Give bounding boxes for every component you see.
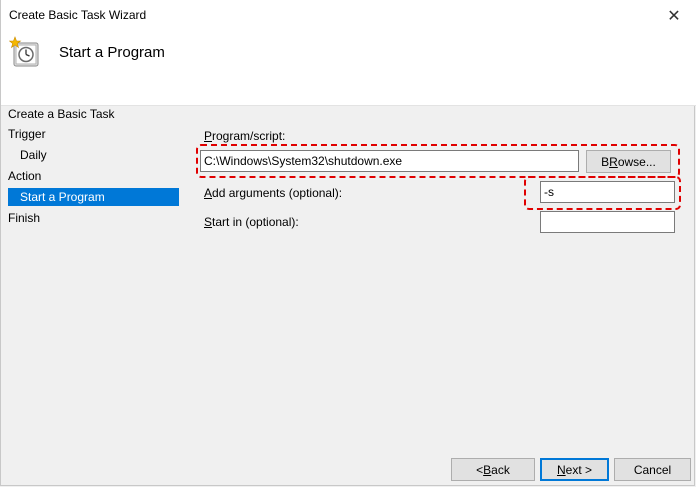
- nav-step-label: Finish: [8, 211, 41, 225]
- wizard-window: Create Basic Task Wizard ✕ Start a Progr…: [0, 0, 696, 486]
- add-arguments-label: Add arguments (optional):: [204, 186, 343, 200]
- program-script-value: C:\Windows\System32\shutdown.exe: [204, 154, 403, 168]
- nav-step-label: Daily: [20, 148, 47, 162]
- close-button[interactable]: ✕: [651, 0, 696, 31]
- browse-button[interactable]: B Rowse...: [586, 150, 671, 173]
- close-icon: ✕: [667, 7, 681, 25]
- task-scheduler-clock-icon: [9, 36, 39, 67]
- page-title: Start a Program: [59, 44, 165, 61]
- wizard-header: Start a Program: [1, 31, 696, 106]
- nav-step-finish[interactable]: Finish: [8, 209, 178, 227]
- add-arguments-value: -s: [544, 185, 554, 199]
- nav-step-start-a-program[interactable]: Start a Program: [8, 188, 179, 206]
- program-script-label: Program/script:: [204, 129, 286, 143]
- nav-step-label: Action: [8, 169, 42, 183]
- cancel-button[interactable]: Cancel: [614, 458, 691, 481]
- nav-step-daily[interactable]: Daily: [20, 146, 178, 164]
- start-in-input[interactable]: [540, 211, 675, 233]
- nav-step-label: Start a Program: [20, 190, 105, 204]
- next-button[interactable]: Next >: [540, 458, 609, 481]
- nav-step-label: Create a Basic Task: [8, 107, 115, 121]
- add-arguments-input[interactable]: -s: [540, 181, 675, 203]
- title-bar: Create Basic Task Wizard ✕: [1, 0, 696, 31]
- nav-step-trigger[interactable]: Trigger: [8, 125, 178, 143]
- nav-step-create-basic-task[interactable]: Create a Basic Task: [8, 105, 178, 123]
- start-in-label: Start in (optional):: [204, 215, 299, 229]
- back-button[interactable]: < Back: [451, 458, 535, 481]
- nav-step-action[interactable]: Action: [8, 167, 178, 185]
- window-title: Create Basic Task Wizard: [9, 8, 147, 22]
- program-script-input[interactable]: C:\Windows\System32\shutdown.exe: [200, 150, 579, 172]
- nav-step-label: Trigger: [8, 127, 46, 141]
